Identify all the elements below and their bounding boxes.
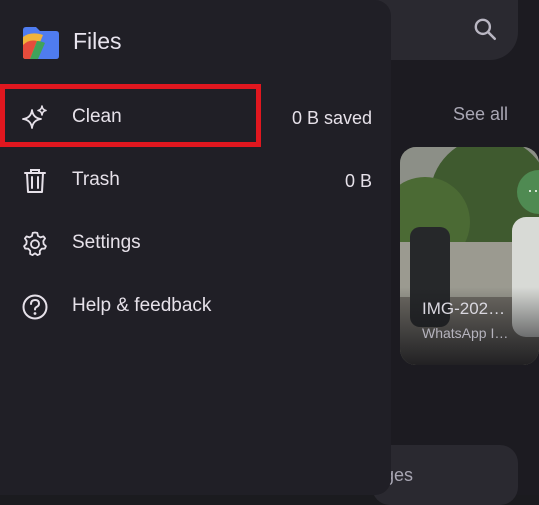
drawer-item-clean[interactable]: Clean 0 B saved [0, 86, 391, 148]
navigation-drawer: Files Clean 0 B saved Trash 0 B Settings [0, 0, 391, 495]
photo-filename: IMG-202… [422, 299, 506, 318]
more-icon: ··· [527, 180, 539, 200]
trash-icon [24, 169, 46, 193]
search-icon[interactable] [472, 16, 498, 42]
app-title: Files [73, 28, 122, 54]
help-icon [22, 294, 48, 320]
files-logo-icon [23, 27, 59, 59]
drawer-item-settings[interactable]: Settings [0, 212, 391, 274]
gear-icon [23, 231, 47, 256]
drawer-item-label: Help & feedback [72, 295, 212, 316]
trash-size-value: 0 B [344, 171, 372, 191]
drawer-item-help[interactable]: Help & feedback [0, 275, 391, 337]
sparkle-icon [22, 105, 47, 129]
recent-photo-card[interactable]: IMG-202… WhatsApp I… [400, 147, 539, 365]
drawer-item-label: Clean [72, 106, 122, 127]
see-all-link[interactable]: See all [453, 104, 508, 125]
drawer-item-label: Settings [72, 232, 141, 253]
drawer-item-trash[interactable]: Trash 0 B [0, 149, 391, 211]
drawer-item-label: Trash [72, 169, 120, 190]
photo-source: WhatsApp I… [422, 325, 509, 341]
space-saved-value: 0 B saved [291, 108, 372, 128]
